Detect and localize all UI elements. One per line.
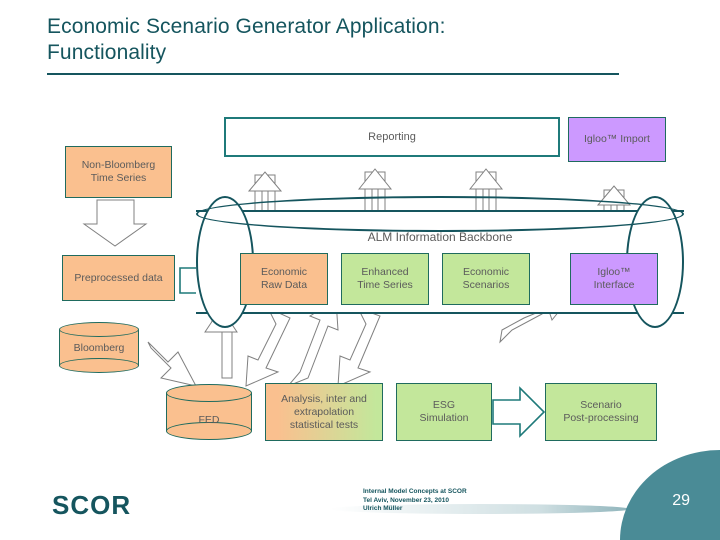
economic-raw-data-line-2: Raw Data <box>260 279 308 291</box>
economic-raw-data-line-1: Economic <box>260 266 308 278</box>
footer-line-1: Internal Model Concepts at SCOR <box>363 488 467 495</box>
analysis-line-2: extrapolation <box>293 405 355 418</box>
non-bloomberg-label-line-1: Non-Bloomberg <box>81 159 156 171</box>
page-number: 29 <box>672 492 690 509</box>
footer-line-2: Tel Aviv, November 23, 2010 <box>363 496 449 504</box>
enhanced-time-series-line-1: Enhanced <box>361 266 409 278</box>
igloo-interface-box[interactable]: Igloo™ Interface <box>570 253 658 305</box>
backbone-top-ellipse <box>196 196 684 232</box>
bloomberg-cyl-top <box>59 322 139 337</box>
page-title-line-1: Economic Scenario Generator Application: <box>47 15 446 38</box>
esg-line-1: ESG <box>432 399 456 411</box>
enhanced-time-series-box[interactable]: Enhanced Time Series <box>341 253 429 305</box>
post-processing-line-2: Post-processing <box>563 412 639 424</box>
bloomberg-database[interactable]: Bloomberg <box>59 322 139 374</box>
scor-logo: SCOR <box>52 490 132 520</box>
enhanced-time-series-line-2: Time Series <box>357 279 413 291</box>
igloo-interface-line-2: Interface <box>593 279 635 291</box>
fed-cyl-top <box>166 384 252 402</box>
reporting-box[interactable]: Reporting <box>224 117 560 157</box>
bloomberg-cyl-bottom <box>59 358 139 373</box>
arrow-down-nonbloomberg <box>82 199 148 247</box>
post-processing-line-1: Scenario <box>580 399 622 411</box>
bloomberg-label: Bloomberg <box>73 342 125 354</box>
page-title-line-2: Functionality <box>47 41 167 64</box>
igloo-interface-line-1: Igloo™ <box>597 266 631 278</box>
footer-line-3: Ulrich Müller <box>363 505 403 512</box>
footer-meta: Internal Model Concepts at SCOR Tel Aviv… <box>363 488 467 514</box>
economic-raw-data-box[interactable]: Economic Raw Data <box>240 253 328 305</box>
non-bloomberg-time-series-box[interactable]: Non-Bloomberg Time Series <box>65 146 172 198</box>
arrow-right-esg <box>492 386 546 438</box>
economic-scenarios-line-2: Scenarios <box>462 279 510 291</box>
title-divider <box>47 73 619 75</box>
page-title: Economic Scenario Generator Application:… <box>47 14 667 66</box>
fed-label: FED <box>198 414 220 426</box>
analysis-extrapolation-box[interactable]: Analysis, inter and extrapolation statis… <box>265 383 383 441</box>
esg-simulation-box[interactable]: ESG Simulation <box>396 383 492 441</box>
economic-scenarios-line-1: Economic <box>462 266 510 278</box>
backbone-label: ALM Information Backbone <box>367 230 513 244</box>
arrow-up-1b <box>247 171 283 192</box>
igloo-import-box[interactable]: Igloo™ Import <box>568 117 666 162</box>
arrow-bloomberg-to-fed <box>147 341 197 387</box>
non-bloomberg-label-line-2: Time Series <box>90 172 147 184</box>
page-number-wedge <box>620 450 720 540</box>
scenario-post-processing-box[interactable]: Scenario Post-processing <box>545 383 657 441</box>
analysis-line-1: Analysis, inter and <box>281 392 367 405</box>
fed-database[interactable]: FED <box>166 384 252 440</box>
arrow-up-2b <box>357 168 393 190</box>
esg-line-2: Simulation <box>419 412 469 424</box>
preprocessed-data-box[interactable]: Preprocessed data <box>62 255 175 301</box>
arrow-up-3b <box>468 168 504 190</box>
economic-scenarios-box[interactable]: Economic Scenarios <box>442 253 530 305</box>
analysis-line-3: statistical tests <box>289 418 359 431</box>
